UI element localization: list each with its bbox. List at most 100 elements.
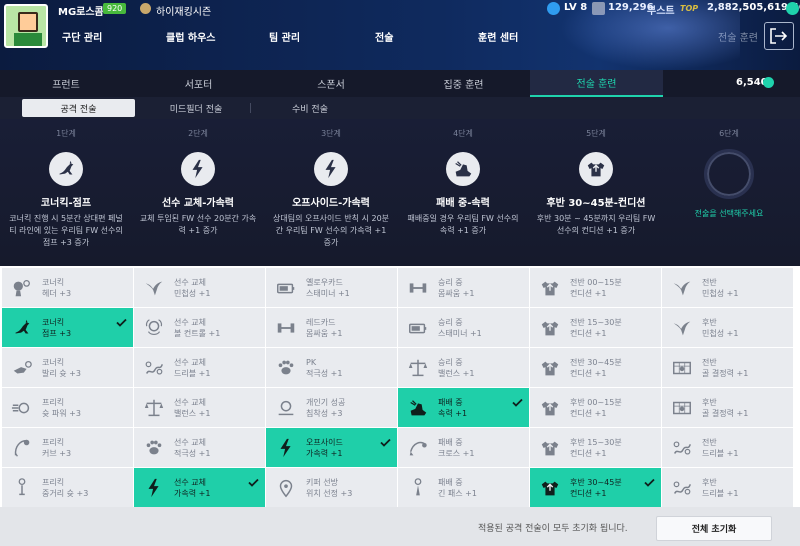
tactic-card[interactable]: 코너킥 발리 슛 +3: [2, 348, 133, 387]
menu-club-house[interactable]: 클럽 하우스: [166, 29, 215, 44]
menu-tactics[interactable]: 전술: [375, 29, 393, 44]
tactic-card[interactable]: 키퍼 선방 위치 선정 +3: [266, 468, 397, 507]
tactic-card[interactable]: 프리킥 중거리 슛 +3: [2, 468, 133, 507]
tactic-card[interactable]: 선수 교체 민첩성 +1: [134, 268, 265, 307]
tactic-card[interactable]: PK 적극성 +1: [266, 348, 397, 387]
tactic-card[interactable]: 패배 중 속력 +1: [398, 388, 529, 427]
tactic-card[interactable]: 후반 민첩성 +1: [662, 308, 793, 347]
subtab-midfield-tactics[interactable]: 미드필더 전술: [141, 99, 251, 117]
tactic-card[interactable]: 오프사이드 가속력 +1: [266, 428, 397, 467]
tactic-card-text: 코너킥 헤더 +3: [42, 277, 71, 299]
tactic-card-text: 후반 00~15분 컨디션 +1: [570, 397, 622, 419]
menu-training-center[interactable]: 훈련 센터: [478, 29, 518, 44]
tactic-card-text: 승리 중 밸런스 +1: [438, 357, 474, 379]
tactic-step-2: 2단계 선수 교체-가속력 교체 투입된 FW 선수 20분간 가속력 +1 증가: [132, 119, 264, 266]
battery-icon: [266, 268, 306, 307]
tab-supporter[interactable]: 서포터: [132, 70, 265, 97]
tactic-card-effect: 컨디션 +1: [570, 328, 607, 338]
tactic-card[interactable]: 전반 15~30분 컨디션 +1: [530, 308, 661, 347]
tactic-card-condition: 선수 교체: [174, 357, 206, 367]
tactic-card[interactable]: 승리 중 스태미너 +1: [398, 308, 529, 347]
tactic-step-6[interactable]: 6단계 전술을 선택해주세요: [663, 119, 795, 266]
tactic-card-effect: 점프 +3: [42, 328, 72, 338]
step-description: 후반 30분 ~ 45분까지 우리팀 FW 선수의 컨디션 +1 증가: [536, 214, 656, 235]
empty-slot-ring[interactable]: [704, 149, 754, 199]
volley-icon: [2, 348, 42, 387]
tactic-card-text: 전반 15~30분 컨디션 +1: [570, 317, 622, 339]
tactic-card-text: 선수 교체 드리블 +1: [174, 357, 210, 379]
sub-tabs: 공격 전술 미드필더 전술 수비 전술: [0, 97, 800, 119]
tactic-card[interactable]: 선수 교체 가속력 +1: [134, 468, 265, 507]
tactic-card[interactable]: 코너킥 헤더 +3: [2, 268, 133, 307]
tactic-card[interactable]: 후반 15~30분 컨디션 +1: [530, 428, 661, 467]
step-title: 후반 30~45분-컨디션: [546, 198, 646, 209]
tactic-card-condition: 전반 30~45분: [570, 357, 622, 367]
top-bar: MG로스콤 920 하이재킹시즌 LV 8 129,296 부스트 TOP 2,…: [0, 0, 800, 70]
tactic-card[interactable]: 패배 중 크로스 +1: [398, 428, 529, 467]
tactic-card[interactable]: 선수 교체 적극성 +1: [134, 428, 265, 467]
tactic-card[interactable]: 전반 골 결정력 +1: [662, 348, 793, 387]
tactic-card[interactable]: 프리킥 슛 파워 +3: [2, 388, 133, 427]
tactic-card-condition: 선수 교체: [174, 397, 206, 407]
tactic-card[interactable]: 레드카드 몸싸움 +1: [266, 308, 397, 347]
tactic-card[interactable]: 전반 00~15분 컨디션 +1: [530, 268, 661, 307]
bird-icon: [662, 308, 702, 347]
tab-sponsor[interactable]: 스폰서: [265, 70, 397, 97]
menu-tactics-training: 전술 훈련: [718, 33, 758, 44]
tactic-card[interactable]: 후반 드리블 +1: [662, 468, 793, 507]
tactic-card[interactable]: 개인기 성공 침착성 +3: [266, 388, 397, 427]
tactic-card-text: 후반 골 결정력 +1: [702, 397, 748, 419]
tactic-card[interactable]: 선수 교체 볼 컨트롤 +1: [134, 308, 265, 347]
tactic-card[interactable]: 전반 30~45분 컨디션 +1: [530, 348, 661, 387]
jersey-up-icon: [530, 268, 570, 307]
reset-all-button[interactable]: 전체 초기화: [656, 516, 772, 541]
tactic-card-text: 선수 교체 민첩성 +1: [174, 277, 210, 299]
tactic-card-effect: 드리블 +1: [702, 448, 739, 458]
tactic-card[interactable]: 승리 중 밸런스 +1: [398, 348, 529, 387]
tactic-card[interactable]: 코너킥 점프 +3: [2, 308, 133, 347]
currency-icon: [786, 2, 799, 15]
subtab-defense-tactics[interactable]: 수비 전술: [251, 99, 369, 117]
exit-button[interactable]: [764, 22, 794, 50]
tactic-card-text: 옐로우카드 스태미너 +1: [306, 277, 350, 299]
tactic-card-condition: 코너킥: [42, 317, 65, 327]
tactic-card-condition: 전반: [702, 437, 717, 447]
step-number: 1단계: [56, 129, 76, 138]
tab-focus-training[interactable]: 집중 훈련: [397, 70, 530, 97]
tactic-card-effect: 가속력 +1: [306, 448, 343, 458]
tab-tactics-training[interactable]: 전술 훈련: [530, 70, 663, 97]
tactic-card[interactable]: 패배 중긴 패스 +1: [398, 468, 529, 507]
tactic-card[interactable]: 프리킥 커브 +3: [2, 428, 133, 467]
exit-icon: [770, 28, 788, 44]
tactic-card-effect: 컨디션 +1: [570, 448, 607, 458]
tactic-card-condition: 레드카드: [306, 317, 336, 327]
subtab-attack-tactics[interactable]: 공격 전술: [22, 99, 135, 117]
long-pass-icon: [398, 468, 438, 507]
tactic-card-condition: 승리 중: [438, 317, 463, 327]
check-icon: [512, 392, 523, 411]
tactic-card[interactable]: 전반 드리블 +1: [662, 428, 793, 467]
battery-icon: [398, 308, 438, 347]
jersey-up-icon: [530, 348, 570, 387]
tab-front[interactable]: 프런트: [0, 70, 132, 97]
tactic-card[interactable]: 후반 골 결정력 +1: [662, 388, 793, 427]
tactic-card-effect: 발리 슛 +3: [42, 368, 81, 378]
goal-icon: [662, 388, 702, 427]
tactic-card[interactable]: 후반 30~45분 컨디션 +1: [530, 468, 661, 507]
tactic-card-condition: 선수 교체: [174, 477, 206, 487]
tactic-card-condition: 후반 30~45분: [570, 477, 622, 487]
tactic-card-condition: PK: [306, 357, 317, 367]
menu-club-management[interactable]: 구단 관리: [62, 29, 102, 44]
tactic-card[interactable]: 승리 중 몸싸움 +1: [398, 268, 529, 307]
tactic-card[interactable]: 후반 00~15분 컨디션 +1: [530, 388, 661, 427]
main-tabs: 프런트 서포터 스폰서 집중 훈련 전술 훈련 6,540: [0, 70, 800, 97]
step-description: 코너킥 진행 시 5분간 상대편 페널티 라인에 있는 우리팀 FW 선수의 점…: [9, 214, 123, 247]
menu-team-management[interactable]: 팀 관리: [269, 29, 300, 44]
dribble-icon: [662, 428, 702, 467]
tactic-card[interactable]: 옐로우카드 스태미너 +1: [266, 268, 397, 307]
tactic-card[interactable]: 전반 민첩성 +1: [662, 268, 793, 307]
location-icon: [266, 468, 306, 507]
tactic-card-effect: 적극성 +1: [174, 448, 211, 458]
tactic-card[interactable]: 선수 교체 밸런스 +1: [134, 388, 265, 427]
tactic-card[interactable]: 선수 교체 드리블 +1: [134, 348, 265, 387]
